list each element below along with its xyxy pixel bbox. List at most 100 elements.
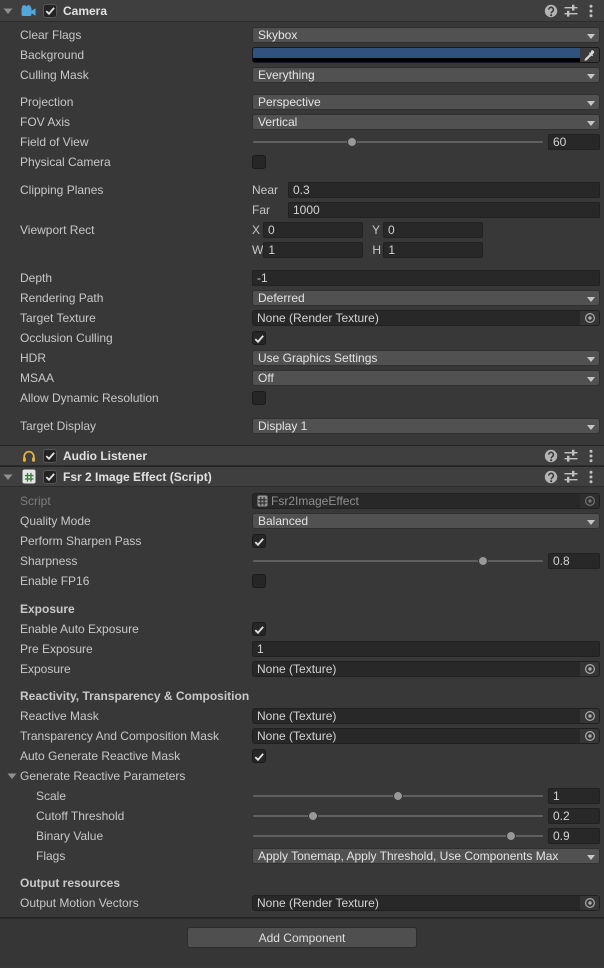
culling-mask-dropdown[interactable]: Everything <box>252 67 600 83</box>
color-swatch[interactable] <box>253 48 580 62</box>
rendering-path-label: Rendering Path <box>0 291 252 305</box>
presets-icon[interactable] <box>564 449 578 463</box>
component-header-fsr2[interactable]: Fsr 2 Image Effect (Script) <box>0 466 604 487</box>
far-input[interactable]: 1000 <box>288 202 600 218</box>
kebab-menu-icon[interactable] <box>584 4 598 18</box>
eyedropper-button[interactable] <box>580 48 599 62</box>
fov-axis-dropdown[interactable]: Vertical <box>252 114 600 130</box>
sharpness-value[interactable]: 0.8 <box>548 553 600 569</box>
cutoff-threshold-value[interactable]: 0.2 <box>548 808 600 824</box>
msaa-label: MSAA <box>0 371 252 385</box>
foldout-icon[interactable] <box>0 5 16 17</box>
sharpness-slider[interactable] <box>252 553 544 569</box>
row-target-display: Target Display Display 1 <box>0 416 604 436</box>
flags-value: Apply Tonemap, Apply Threshold, Use Comp… <box>258 849 558 863</box>
scale-value[interactable]: 1 <box>548 788 600 804</box>
slider-handle[interactable] <box>308 811 318 821</box>
row-occlusion-culling: Occlusion Culling <box>0 328 604 348</box>
transparency-mask-field[interactable]: None (Texture) <box>252 728 600 744</box>
viewport-w-input[interactable]: 1 <box>263 242 363 258</box>
quality-mode-value: Balanced <box>258 514 308 528</box>
perform-sharpen-pass-checkbox[interactable] <box>252 534 266 548</box>
projection-dropdown[interactable]: Perspective <box>252 94 600 110</box>
component-header-camera[interactable]: Camera <box>0 0 604 22</box>
enable-fp16-checkbox[interactable] <box>252 574 266 588</box>
row-hdr: HDR Use Graphics Settings <box>0 348 604 368</box>
rendering-path-value: Deferred <box>258 291 305 305</box>
row-quality-mode: Quality Mode Balanced <box>0 511 604 531</box>
kebab-menu-icon[interactable] <box>584 449 598 463</box>
object-picker-icon <box>580 494 599 508</box>
viewport-y-input[interactable]: 0 <box>383 222 483 238</box>
row-auto-generate-reactive-mask: Auto Generate Reactive Mask <box>0 746 604 766</box>
output-motion-vectors-field[interactable]: None (Render Texture) <box>252 895 600 911</box>
target-texture-field[interactable]: None (Render Texture) <box>252 310 600 326</box>
row-output-header: Output resources <box>0 873 604 893</box>
chevron-down-icon <box>587 855 595 860</box>
presets-icon[interactable] <box>564 4 578 18</box>
near-input[interactable]: 0.3 <box>288 182 600 198</box>
clipping-planes-label: Clipping Planes <box>0 183 252 197</box>
msaa-dropdown[interactable]: Off <box>252 370 600 386</box>
occlusion-culling-checkbox[interactable] <box>252 331 266 345</box>
object-picker-icon[interactable] <box>580 896 599 910</box>
slider-handle[interactable] <box>347 137 357 147</box>
allow-dynamic-resolution-label: Allow Dynamic Resolution <box>0 391 252 405</box>
object-picker-icon[interactable] <box>580 709 599 723</box>
field-of-view-value[interactable]: 60 <box>548 134 600 150</box>
background-color-field[interactable] <box>252 47 600 63</box>
physical-camera-label: Physical Camera <box>0 155 252 169</box>
viewport-x-input[interactable]: 0 <box>263 222 363 238</box>
slider-track[interactable] <box>253 835 543 837</box>
add-component-button[interactable]: Add Component <box>187 927 417 948</box>
clear-flags-value: Skybox <box>258 28 297 42</box>
quality-mode-dropdown[interactable]: Balanced <box>252 513 600 529</box>
rendering-path-dropdown[interactable]: Deferred <box>252 290 600 306</box>
help-icon[interactable] <box>544 4 558 18</box>
slider-track[interactable] <box>253 815 543 817</box>
hdr-value: Use Graphics Settings <box>258 351 377 365</box>
field-of-view-slider[interactable] <box>252 134 544 150</box>
object-picker-icon[interactable] <box>580 311 599 325</box>
foldout-icon[interactable] <box>6 770 18 782</box>
slider-handle[interactable] <box>478 556 488 566</box>
object-picker-icon[interactable] <box>580 729 599 743</box>
component-title: Camera <box>63 4 544 18</box>
allow-dynamic-resolution-checkbox[interactable] <box>252 391 266 405</box>
fsr2-enabled-checkbox[interactable] <box>43 470 57 484</box>
enable-auto-exposure-checkbox[interactable] <box>252 622 266 636</box>
foldout-icon[interactable] <box>0 471 16 483</box>
slider-track[interactable] <box>253 141 543 143</box>
flags-label: Flags <box>0 849 252 863</box>
near-label: Near <box>252 183 288 197</box>
kebab-menu-icon[interactable] <box>584 470 598 484</box>
cutoff-threshold-slider[interactable] <box>252 808 544 824</box>
physical-camera-checkbox[interactable] <box>252 155 266 169</box>
slider-handle[interactable] <box>506 831 516 841</box>
projection-value: Perspective <box>258 95 321 109</box>
presets-icon[interactable] <box>564 470 578 484</box>
object-picker-icon[interactable] <box>580 662 599 676</box>
pre-exposure-input[interactable]: 1 <box>252 641 600 657</box>
viewport-h-input[interactable]: 1 <box>383 242 483 258</box>
binary-value-slider[interactable] <box>252 828 544 844</box>
flags-dropdown[interactable]: Apply Tonemap, Apply Threshold, Use Comp… <box>252 848 600 864</box>
depth-input[interactable]: -1 <box>252 270 600 286</box>
scale-slider[interactable] <box>252 788 544 804</box>
exposure-field[interactable]: None (Texture) <box>252 661 600 677</box>
slider-track[interactable] <box>253 560 543 562</box>
auto-generate-reactive-mask-checkbox[interactable] <box>252 749 266 763</box>
reactive-mask-field[interactable]: None (Texture) <box>252 708 600 724</box>
help-icon[interactable] <box>544 449 558 463</box>
row-binary-value: Binary Value 0.9 <box>0 826 604 846</box>
binary-value-value[interactable]: 0.9 <box>548 828 600 844</box>
clear-flags-dropdown[interactable]: Skybox <box>252 27 600 43</box>
camera-enabled-checkbox[interactable] <box>43 4 57 18</box>
target-display-dropdown[interactable]: Display 1 <box>252 418 600 434</box>
generate-reactive-parameters-foldout[interactable]: Generate Reactive Parameters <box>0 769 252 783</box>
hdr-dropdown[interactable]: Use Graphics Settings <box>252 350 600 366</box>
component-header-audio-listener[interactable]: Audio Listener <box>0 445 604 466</box>
help-icon[interactable] <box>544 470 558 484</box>
audio-listener-enabled-checkbox[interactable] <box>43 449 57 463</box>
slider-handle[interactable] <box>393 791 403 801</box>
